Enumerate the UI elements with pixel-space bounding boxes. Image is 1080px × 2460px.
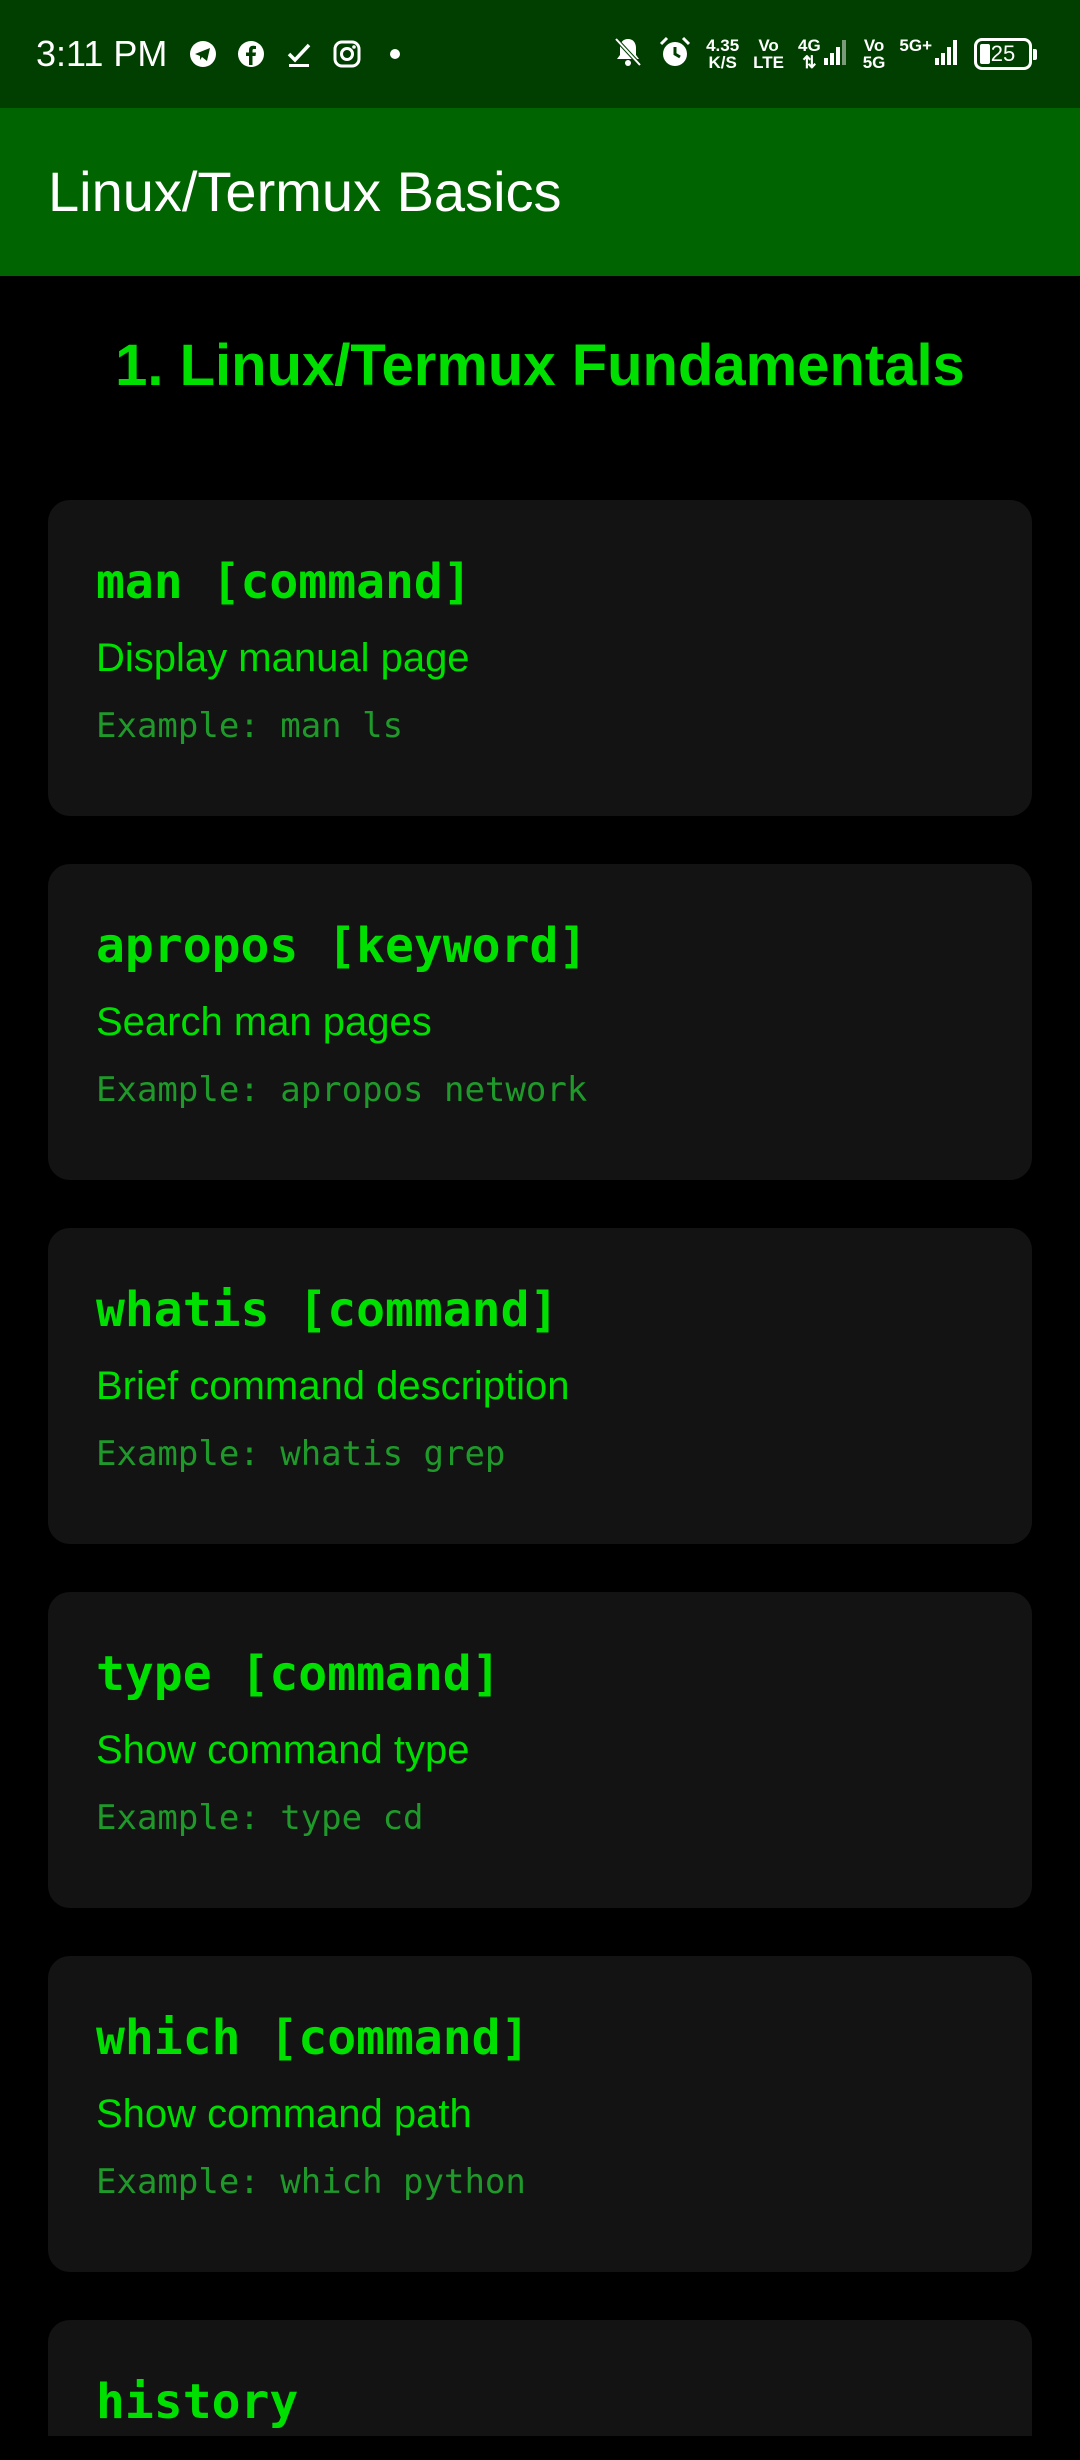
download-done-icon <box>284 39 314 69</box>
dot-icon <box>380 39 410 69</box>
command-card[interactable]: man [command] Display manual page Exampl… <box>48 500 1032 816</box>
command-card[interactable]: whatis [command] Brief command descripti… <box>48 1228 1032 1544</box>
command-name: man [command] <box>96 554 472 610</box>
command-example: Example: whatis grep <box>96 1434 506 1474</box>
battery-level: 25 <box>990 41 1016 66</box>
system-status-icons: 4.35 K/S Vo LTE 4G ⇅ Vo 5G 5G+ 25 <box>612 30 1037 78</box>
signal-4g: 4G ⇅ <box>798 37 849 71</box>
volte-indicator: Vo LTE <box>753 36 785 72</box>
command-card[interactable]: type [command] Show command type Example… <box>48 1592 1032 1908</box>
command-description: Show command type <box>96 1728 470 1772</box>
command-description: Show command path <box>96 2092 472 2136</box>
instagram-icon <box>332 39 362 69</box>
facebook-icon <box>236 39 266 69</box>
command-description: Search man pages <box>96 1000 432 1044</box>
signal-bars-icon <box>823 38 849 71</box>
battery-icon: 25 <box>974 38 1037 70</box>
notification-icons <box>188 36 410 72</box>
page-title: Linux/Termux Basics <box>48 160 562 223</box>
command-description: Brief command description <box>96 1364 570 1408</box>
bottom-edge <box>0 2436 1080 2460</box>
command-name: type [command] <box>96 1646 501 1702</box>
network-speed: 4.35 K/S <box>706 36 740 72</box>
vo5g-indicator: Vo 5G <box>862 36 886 72</box>
command-name: whatis [command] <box>96 1282 559 1338</box>
content-scroll-area[interactable]: 1. Linux/Termux Fundamentals man [comman… <box>0 276 1080 2436</box>
command-description: Display manual page <box>96 636 470 680</box>
signal-bars-icon <box>934 38 960 71</box>
mute-notifications-icon <box>612 35 644 74</box>
alarm-icon <box>658 35 692 74</box>
telegram-icon <box>188 39 218 69</box>
signal-5g: 5G+ <box>899 37 960 71</box>
command-example: Example: apropos network <box>96 1070 588 1110</box>
section-heading: 1. Linux/Termux Fundamentals <box>115 333 965 398</box>
command-example: Example: which python <box>96 2162 526 2202</box>
command-name: history <box>96 2374 299 2430</box>
command-example: Example: man ls <box>96 706 404 746</box>
command-example: Example: type cd <box>96 1798 424 1838</box>
command-name: apropos [keyword] <box>96 918 588 974</box>
app-bar: Linux/Termux Basics <box>0 108 1080 276</box>
command-name: which [command] <box>96 2010 530 2066</box>
command-card[interactable]: apropos [keyword] Search man pages Examp… <box>48 864 1032 1180</box>
command-card[interactable]: history <box>48 2320 1032 2436</box>
status-bar: 3:11 PM 4.35 K/S Vo LTE 4G ⇅ Vo 5G 5G+ 2… <box>0 0 1080 108</box>
command-card[interactable]: which [command] Show command path Exampl… <box>48 1956 1032 2272</box>
command-list: man [command] Display manual page Exampl… <box>48 500 1032 2436</box>
status-time: 3:11 PM <box>36 33 168 74</box>
data-arrows-icon: ⇅ <box>802 53 817 72</box>
